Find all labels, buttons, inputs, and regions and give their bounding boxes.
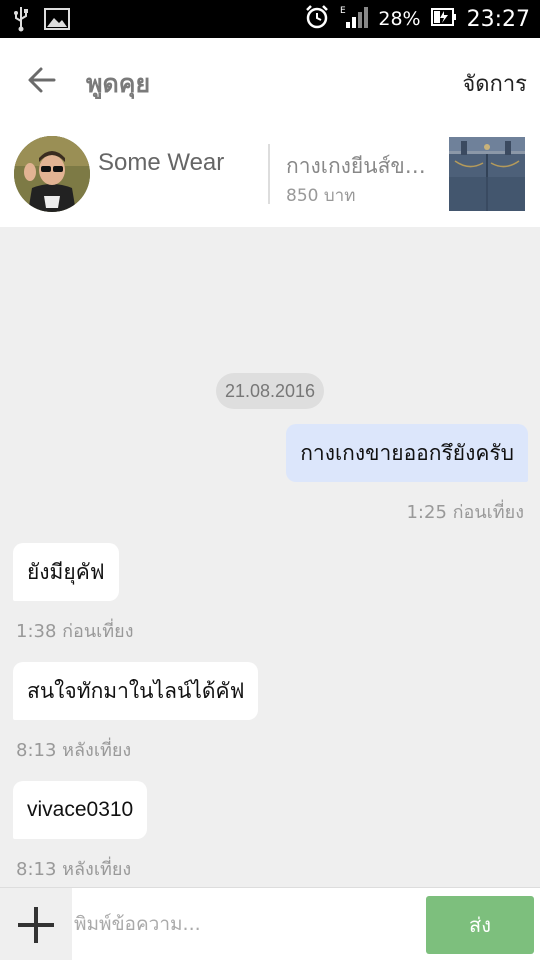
message-time: 1:25 ก่อนเที่ยง	[406, 502, 524, 523]
top-bar: พูดคุย จัดการ	[0, 38, 540, 122]
seller-avatar[interactable]	[14, 136, 90, 212]
alarm-icon	[304, 4, 330, 34]
message-time: 8:13 หลังเที่ยง	[16, 859, 132, 880]
product-header[interactable]: Some Wear กางเกงยีนส์ขายาว 850 บาท	[0, 122, 540, 227]
clock: 23:27	[466, 6, 530, 32]
message-time: 8:13 หลังเที่ยง	[16, 740, 132, 761]
product-thumbnail[interactable]	[449, 137, 525, 211]
message-bubble-out[interactable]: กางเกงขายออกรึยังครับ	[286, 424, 528, 482]
image-icon	[44, 7, 70, 35]
battery-percent: 28%	[378, 8, 421, 30]
signal-icon: E	[340, 4, 369, 34]
seller-name: Some Wear	[98, 149, 225, 176]
product-name: กางเกงยีนส์ขายาว	[286, 154, 436, 178]
message-bubble-in[interactable]: สนใจทักมาในไลน์ได้คัฟ	[13, 662, 259, 720]
chat-area[interactable]: 21.08.2016 กางเกงขายออกรึยังครับ 1:25 ก่…	[0, 227, 540, 887]
message-composer: ส่ง	[0, 887, 540, 960]
message-bubble-in[interactable]: vivace0310	[13, 781, 148, 839]
message-input[interactable]	[74, 902, 414, 946]
back-arrow-icon[interactable]	[26, 64, 58, 96]
message-bubble-in[interactable]: ยังมียุคัฟ	[13, 543, 119, 601]
attach-plus-icon[interactable]	[0, 888, 72, 960]
message-time: 1:38 ก่อนเที่ยง	[16, 621, 134, 642]
send-button[interactable]: ส่ง	[426, 896, 534, 954]
status-bar: E 28% 23:27	[0, 0, 540, 38]
battery-icon	[430, 7, 457, 31]
product-price: 850 บาท	[286, 186, 356, 206]
manage-button[interactable]: จัดการ	[462, 66, 527, 101]
page-title: พูดคุย	[86, 69, 151, 98]
usb-icon	[12, 6, 30, 36]
date-chip: 21.08.2016	[216, 373, 324, 409]
svg-text:E: E	[340, 6, 346, 16]
divider	[268, 144, 270, 204]
